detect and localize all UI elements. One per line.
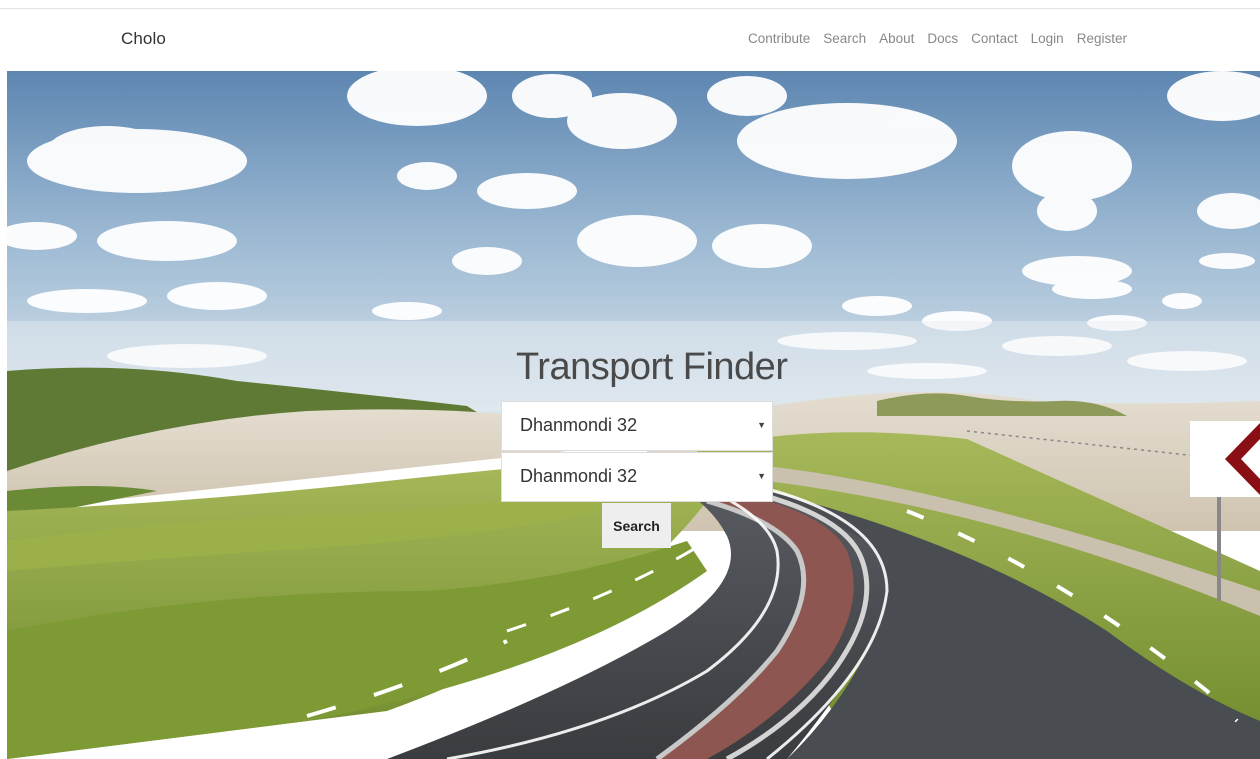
chevron-down-icon: ▼ bbox=[757, 420, 766, 430]
chevron-down-icon: ▼ bbox=[757, 471, 766, 481]
to-location-select[interactable]: Dhanmondi 32 ▼ bbox=[501, 452, 773, 502]
from-location-select[interactable]: Dhanmondi 32 ▼ bbox=[501, 401, 773, 451]
nav-about[interactable]: About bbox=[879, 31, 914, 46]
search-button[interactable]: Search bbox=[602, 503, 671, 548]
from-location-value: Dhanmondi 32 bbox=[520, 415, 638, 435]
nav-contact[interactable]: Contact bbox=[971, 31, 1018, 46]
brand-logo[interactable]: Cholo bbox=[121, 29, 166, 49]
nav-login[interactable]: Login bbox=[1031, 31, 1064, 46]
hero-section: Transport Finder Dhanmondi 32 ▼ Dhanmond… bbox=[7, 71, 1260, 759]
nav-search[interactable]: Search bbox=[823, 31, 866, 46]
page-title: Transport Finder bbox=[516, 346, 788, 388]
navbar: Cholo Contribute Search About Docs Conta… bbox=[0, 9, 1260, 71]
nav-register[interactable]: Register bbox=[1077, 31, 1127, 46]
nav-contribute[interactable]: Contribute bbox=[748, 31, 810, 46]
to-location-value: Dhanmondi 32 bbox=[520, 466, 638, 486]
nav-links: Contribute Search About Docs Contact Log… bbox=[748, 31, 1140, 46]
nav-docs[interactable]: Docs bbox=[927, 31, 958, 46]
